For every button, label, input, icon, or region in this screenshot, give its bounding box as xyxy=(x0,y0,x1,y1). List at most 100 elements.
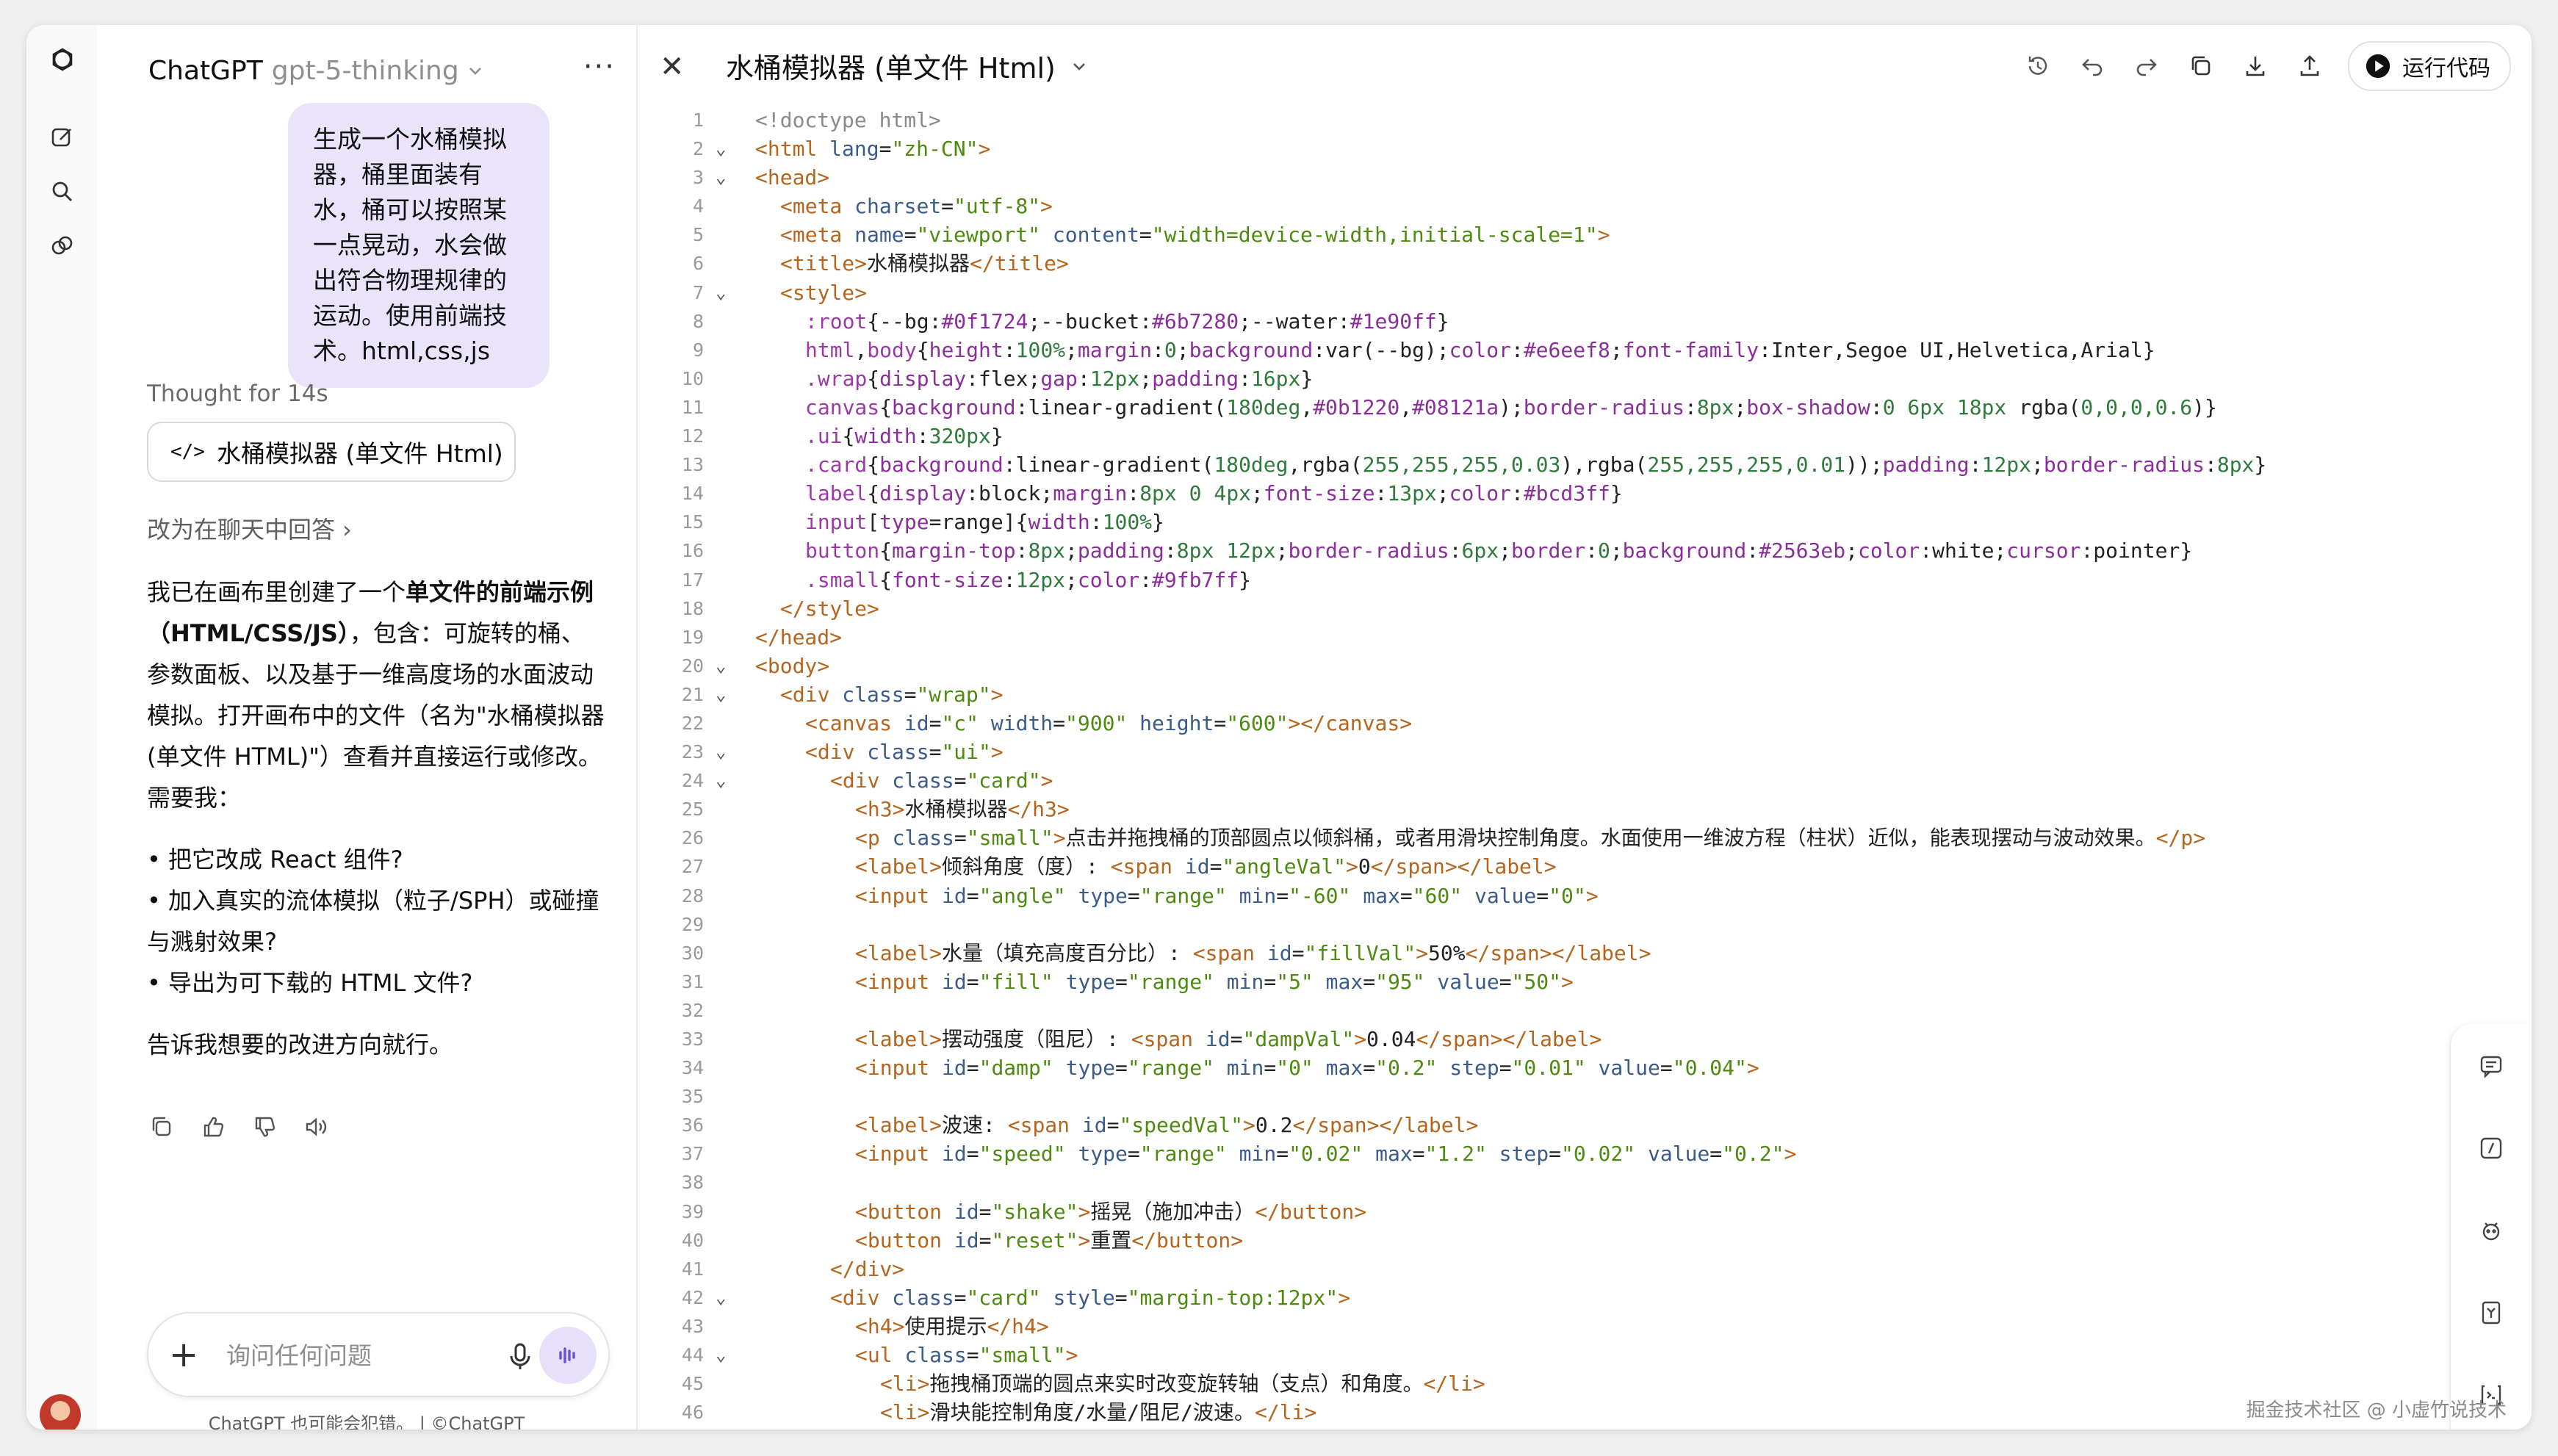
code-token: min xyxy=(1226,1142,1277,1167)
comment-icon[interactable] xyxy=(2473,1048,2510,1084)
fold-chevron-icon[interactable]: ⌄ xyxy=(716,738,726,766)
code-line[interactable]: 27 <label>倾斜角度（度）: <span id="angleVal">0<… xyxy=(652,852,2443,881)
more-options-icon[interactable]: ··· xyxy=(583,50,616,84)
code-line[interactable]: 46 <li>滑块能控制角度/水量/阻尼/波速。</li> xyxy=(652,1398,2443,1427)
reply-bullet: • 加入真实的流体模拟（粒子/SPH）或碰撞与溅射效果? xyxy=(147,887,599,956)
canvas-artifact-button[interactable]: </> 水桶模拟器 (单文件 Html) xyxy=(147,422,516,482)
code-line[interactable]: 44 ⌄ <ul class="small"> xyxy=(652,1341,2443,1369)
code-line[interactable]: 8:root{--bg:#0f1724;--bucket:#6b7280;--w… xyxy=(652,307,2443,336)
fold-chevron-icon[interactable]: ⌄ xyxy=(716,766,726,795)
fold-chevron-icon[interactable]: ⌄ xyxy=(716,680,726,709)
code-line[interactable]: 38 xyxy=(652,1168,2443,1197)
close-icon[interactable]: ✕ xyxy=(660,50,685,84)
fold-chevron-icon[interactable]: ⌄ xyxy=(716,652,726,680)
code-token: > xyxy=(978,137,991,162)
redo-icon[interactable] xyxy=(2130,50,2163,82)
code-line[interactable]: 13 .card{background:linear-gradient(180de… xyxy=(652,450,2443,479)
undo-icon[interactable] xyxy=(2076,50,2108,82)
code-line[interactable]: 12 .ui{width:320px} xyxy=(652,422,2443,450)
code-line[interactable]: 18 </style> xyxy=(652,594,2443,623)
microphone-icon[interactable] xyxy=(502,1338,538,1374)
new-chat-icon[interactable] xyxy=(44,119,81,156)
composer-placeholder[interactable]: 询问任何问题 xyxy=(226,1336,372,1377)
line-number: 1 xyxy=(692,109,704,131)
code-line[interactable]: 7 ⌄ <style> xyxy=(652,278,2443,307)
openai-logo-icon[interactable] xyxy=(44,41,81,78)
document-title-menu[interactable]: 水桶模拟器 (单文件 Html) xyxy=(726,46,1089,86)
code-line[interactable]: 17 .small{font-size:12px;color:#9fb7ff} xyxy=(652,566,2443,594)
code-line[interactable]: 43 <h4>使用提示</h4> xyxy=(652,1312,2443,1341)
code-line[interactable]: 24 ⌄ <div class="card"> xyxy=(652,766,2443,795)
code-line[interactable]: 20 ⌄ <body> xyxy=(652,652,2443,680)
thought-duration[interactable]: Thought for 14s xyxy=(147,381,328,407)
code-line[interactable]: 28 <input id="angle" type="range" min="-6… xyxy=(652,882,2443,910)
code-line[interactable]: 32 xyxy=(652,996,2443,1025)
code-token: = xyxy=(1660,1056,1673,1081)
code-line[interactable]: 36 <label>波速: <span id="speedVal">0.2</sp… xyxy=(652,1111,2443,1139)
fold-chevron-icon[interactable]: ⌄ xyxy=(716,1341,726,1369)
history-icon[interactable] xyxy=(2022,50,2054,82)
run-code-button[interactable]: 运行代码 xyxy=(2348,41,2511,91)
code-line[interactable]: 22 <canvas id="c" width="900" height="600… xyxy=(652,709,2443,738)
code-line[interactable]: 45 <li>拖拽桶顶端的圆点来实时改变旋转轴（支点）和角度。</li> xyxy=(652,1369,2443,1398)
code-line[interactable]: 3 ⌄ <head> xyxy=(652,163,2443,192)
code-line[interactable]: 1 <!doctype html> xyxy=(652,106,2443,134)
code-line[interactable]: 14 label{display:block;margin:8px 0 4px;f… xyxy=(652,479,2443,508)
code-line[interactable]: 41 </div> xyxy=(652,1255,2443,1283)
copy-icon[interactable] xyxy=(147,1112,176,1142)
debug-icon[interactable] xyxy=(2473,1212,2510,1249)
add-attachment-icon[interactable]: + xyxy=(169,1333,198,1377)
fold-chevron-icon[interactable]: ⌄ xyxy=(716,163,726,192)
search-icon[interactable] xyxy=(44,173,81,210)
code-token: = xyxy=(1412,1142,1425,1167)
read-aloud-icon[interactable] xyxy=(301,1112,331,1142)
code-text: label{display:block;margin:8px 0 4px;fon… xyxy=(755,479,1623,508)
voice-mode-button[interactable] xyxy=(539,1327,597,1384)
code-line[interactable]: 10 .wrap{display:flex;gap:12px;padding:16… xyxy=(652,364,2443,393)
code-line[interactable]: 25 <h3>水桶模拟器</h3> xyxy=(652,795,2443,823)
fold-chevron-icon[interactable]: ⌄ xyxy=(716,134,726,163)
code-line[interactable]: 5 <meta name="viewport" content="width=de… xyxy=(652,220,2443,249)
code-line[interactable]: 19 </head> xyxy=(652,623,2443,652)
model-selector[interactable]: ChatGPT gpt-5-thinking xyxy=(148,41,486,100)
code-line[interactable]: 6 <title>水桶模拟器</title> xyxy=(652,249,2443,278)
code-line[interactable]: 26 <p class="small">点击并拖拽桶的顶部圆点以倾斜桶，或者用滑块… xyxy=(652,823,2443,852)
code-token: , xyxy=(1399,394,1413,419)
code-token: <span xyxy=(1007,1113,1082,1138)
code-line[interactable]: 21 ⌄ <div class="wrap"> xyxy=(652,680,2443,709)
user-avatar[interactable] xyxy=(40,1394,81,1430)
code-line[interactable]: 31 <input id="fill" type="range" min="5" … xyxy=(652,967,2443,996)
code-line[interactable]: 37 <input id="speed" type="range" min="0.… xyxy=(652,1139,2443,1168)
code-line[interactable]: 35 xyxy=(652,1082,2443,1111)
app-window: ChatGPT gpt-5-thinking ··· 生成一个水桶模拟器，桶里面… xyxy=(26,25,2532,1430)
thumbs-down-icon[interactable] xyxy=(250,1112,279,1142)
code-token: "utf-8" xyxy=(954,194,1041,219)
code-line[interactable]: 2 ⌄ <html lang="zh-CN"> xyxy=(652,134,2443,163)
code-line[interactable]: 11 canvas{background:linear-gradient(180d… xyxy=(652,393,2443,422)
code-line[interactable]: 16 button{margin-top:8px;padding:8px 12px… xyxy=(652,536,2443,565)
code-line[interactable]: 29 xyxy=(652,910,2443,939)
message-composer[interactable]: + 询问任何问题 xyxy=(147,1312,610,1397)
copy-icon[interactable] xyxy=(2185,50,2217,82)
code-line[interactable]: 30 <label>水量（填充高度百分比）: <span id="fillVal"… xyxy=(652,939,2443,967)
logs-icon[interactable] xyxy=(2473,1294,2510,1331)
code-line[interactable]: 15 input[type=range]{width:100%} xyxy=(652,508,2443,536)
library-icon[interactable] xyxy=(44,228,81,264)
download-icon[interactable] xyxy=(2239,50,2271,82)
answer-in-chat-link[interactable]: 改为在聊天中回答 › xyxy=(147,511,352,545)
code-line[interactable]: 40 <button id="reset">重置</button> xyxy=(652,1226,2443,1255)
thumbs-up-icon[interactable] xyxy=(198,1112,228,1142)
code-line[interactable]: 34 <input id="damp" type="range" min="0" … xyxy=(652,1053,2443,1082)
code-line[interactable]: 42 ⌄ <div class="card" style="margin-top:1… xyxy=(652,1283,2443,1312)
code-line[interactable]: 4 <meta charset="utf-8"> xyxy=(652,192,2443,220)
fold-chevron-icon[interactable]: ⌄ xyxy=(716,278,726,307)
share-icon[interactable] xyxy=(2294,50,2326,82)
code-review-icon[interactable] xyxy=(2473,1130,2510,1167)
code-line[interactable]: 23 ⌄ <div class="ui"> xyxy=(652,738,2443,766)
code-token: </style> xyxy=(780,596,879,621)
code-line[interactable]: 9 html,body{height:100%;margin:0;backgrou… xyxy=(652,336,2443,364)
fold-chevron-icon[interactable]: ⌄ xyxy=(716,1283,726,1312)
code-line[interactable]: 39 <button id="shake">摇晃（施加冲击）</button> xyxy=(652,1197,2443,1226)
code-line[interactable]: 33 <label>摆动强度（阻尼）: <span id="dampVal">0.… xyxy=(652,1025,2443,1053)
code-editor[interactable]: 1 <!doctype html> 2 ⌄ <html lang="zh-CN"> 3 ⌄ <… xyxy=(652,106,2443,1427)
